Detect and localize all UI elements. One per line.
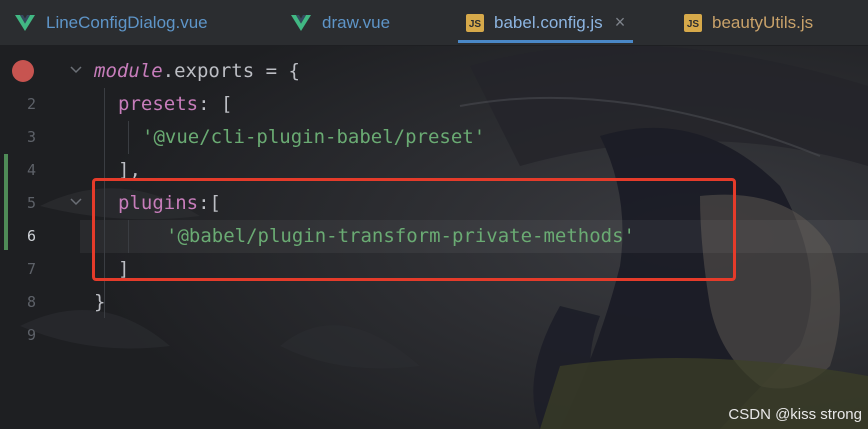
js-icon: JS [684, 13, 702, 32]
vue-icon [291, 14, 311, 31]
code-line-8: } [94, 286, 105, 319]
indent-guide [128, 121, 129, 154]
tab-label: babel.config.js [494, 12, 603, 32]
code-line-1: module.exports = { [94, 55, 300, 88]
tab-draw-vue[interactable]: draw.vue [290, 0, 390, 45]
line-number: 4 [26, 161, 36, 179]
close-icon[interactable]: × [615, 12, 626, 33]
fold-chevron-icon[interactable] [70, 198, 82, 206]
tab-label: beautyUtils.js [712, 12, 814, 32]
keyword-module: module [94, 60, 163, 82]
tab-beauty-utils[interactable]: JS beautyUtils.js [684, 0, 813, 45]
fold-chevron-icon[interactable] [70, 66, 82, 74]
watermark: CSDN @kiss strong [728, 406, 862, 423]
code-line-2: presets: [ [118, 88, 232, 121]
property-presets: presets [118, 93, 199, 115]
line-number: 9 [26, 326, 36, 344]
breakpoint-icon[interactable] [12, 60, 34, 82]
tab-babel-config[interactable]: JS babel.config.js × [457, 0, 634, 45]
annotation-highlight-box [92, 178, 736, 281]
js-icon: JS [466, 13, 484, 32]
tab-label: draw.vue [322, 12, 391, 32]
vue-icon [15, 14, 35, 31]
tab-line-config-dialog[interactable]: LineConfigDialog.vue [14, 0, 208, 45]
code-text: } [94, 291, 106, 313]
line-number-current: 6 [26, 227, 36, 245]
line-number: 3 [26, 128, 36, 146]
string-literal: '@vue/cli-plugin-babel/preset' [142, 126, 486, 148]
tab-label: LineConfigDialog.vue [46, 12, 208, 32]
line-number: 8 [26, 293, 36, 311]
line-number: 5 [26, 194, 36, 212]
line-number: 2 [26, 95, 36, 113]
line-number-gutter: 2 3 4 5 6 7 8 9 [0, 46, 82, 429]
code-text: .exports = { [162, 60, 300, 82]
code-line-3: '@vue/cli-plugin-babel/preset' [142, 121, 485, 154]
code-editor[interactable]: 2 3 4 5 6 7 8 9 module.exports = { prese… [0, 46, 868, 429]
editor-tab-bar: LineConfigDialog.vue draw.vue JS babel.c… [0, 0, 868, 46]
line-number: 7 [26, 260, 36, 278]
code-text: : [ [198, 93, 233, 115]
